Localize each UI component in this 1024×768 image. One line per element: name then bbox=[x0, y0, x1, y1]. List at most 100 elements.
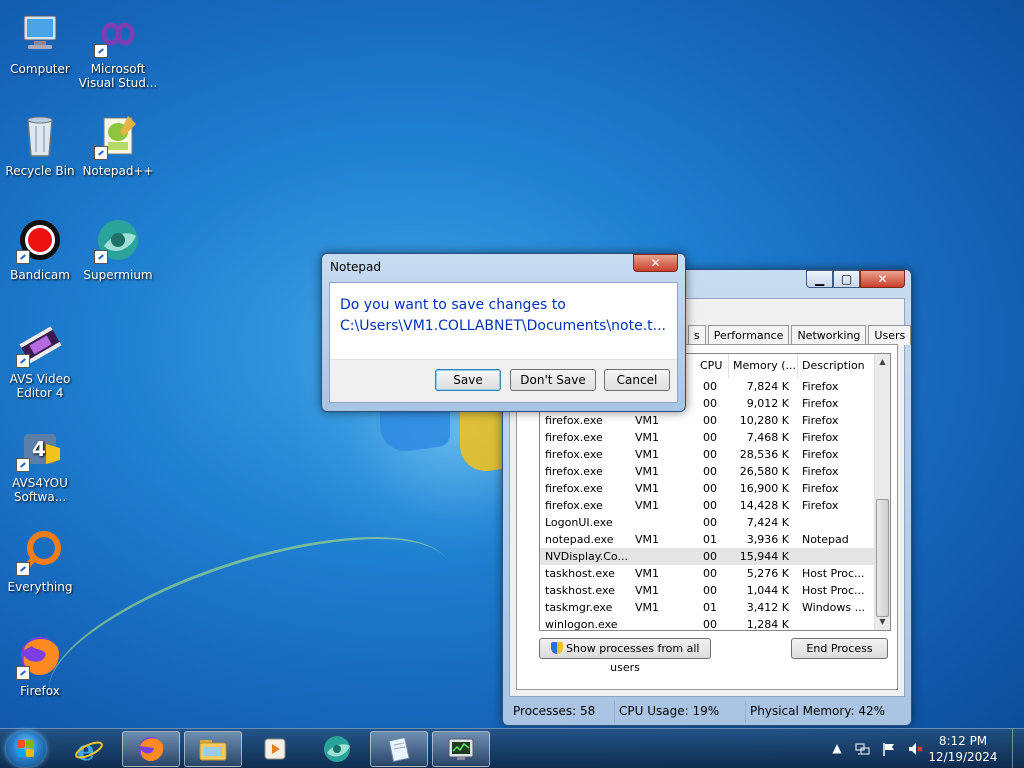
process-list-scrollbar[interactable]: ▲ ▼ bbox=[874, 354, 890, 630]
desktop-icon-visual-studio[interactable]: Microsoft Visual Stud... bbox=[78, 10, 158, 90]
system-tray: ▲ 8:12 PM 12/19/2024 bbox=[824, 729, 1024, 768]
cell-mem: 10,280 K bbox=[739, 414, 789, 427]
dialog-message-line1: Do you want to save changes to bbox=[340, 297, 566, 313]
table-row[interactable]: taskmgr.exe VM1 01 3,412 K Windows ... bbox=[540, 599, 876, 616]
table-row[interactable]: winlogon.exe 00 1,284 K bbox=[540, 616, 876, 630]
clock-date: 12/19/2024 bbox=[928, 750, 998, 764]
taskbar-firefox[interactable] bbox=[122, 731, 180, 767]
save-button[interactable]: Save bbox=[435, 369, 501, 391]
cell-cpu: 00 bbox=[703, 516, 717, 529]
close-button[interactable]: ✕ bbox=[860, 270, 905, 288]
dialog-titlebar[interactable]: Notepad ✕ bbox=[322, 254, 685, 282]
cell-name: firefox.exe bbox=[545, 482, 603, 495]
desktop-icon-firefox[interactable]: Firefox bbox=[0, 632, 80, 698]
cell-name: taskhost.exe bbox=[545, 584, 615, 597]
bandicam-icon bbox=[16, 216, 64, 264]
cell-mem: 3,936 K bbox=[746, 533, 789, 546]
cell-name: firefox.exe bbox=[545, 465, 603, 478]
table-row[interactable]: firefox.exe VM1 00 14,428 K Firefox bbox=[540, 497, 876, 514]
dialog-body: Do you want to save changes to C:\Users\… bbox=[329, 282, 678, 403]
table-row[interactable]: NVDisplay.Co... 00 15,944 K bbox=[540, 548, 876, 565]
cell-desc: Firefox bbox=[802, 482, 839, 495]
tab-performance[interactable]: Performance bbox=[707, 325, 790, 345]
cell-cpu: 00 bbox=[703, 397, 717, 410]
desktop-icon-everything[interactable]: Everything bbox=[0, 528, 80, 594]
table-row[interactable]: notepad.exe VM1 01 3,936 K Notepad bbox=[540, 531, 876, 548]
cell-name: taskmgr.exe bbox=[545, 601, 613, 614]
dialog-close-button[interactable]: ✕ bbox=[633, 254, 678, 272]
cell-mem: 26,580 K bbox=[739, 465, 789, 478]
table-row[interactable]: LogonUI.exe 00 7,424 K bbox=[540, 514, 876, 531]
action-center-flag-icon[interactable] bbox=[881, 741, 897, 757]
scrollbar-thumb[interactable] bbox=[876, 499, 889, 617]
desktop-icon-supermium[interactable]: Supermium bbox=[78, 216, 158, 282]
taskbar-explorer[interactable] bbox=[184, 731, 242, 767]
table-row[interactable]: firefox.exe VM1 00 26,580 K Firefox bbox=[540, 463, 876, 480]
table-row[interactable]: taskhost.exe VM1 00 5,276 K Host Proc... bbox=[540, 565, 876, 582]
desktop-icon-notepad-plus-plus[interactable]: Notepad++ bbox=[78, 112, 158, 178]
column-header-cpu[interactable]: CPU bbox=[696, 354, 729, 378]
desktop-icon-computer[interactable]: Computer bbox=[0, 10, 80, 76]
desktop-icon-avs-video-editor[interactable]: AVS Video Editor 4 bbox=[0, 320, 80, 400]
notepad-save-dialog: Notepad ✕ Do you want to save changes to… bbox=[321, 253, 686, 412]
dont-save-button[interactable]: Don't Save bbox=[510, 369, 596, 391]
start-button[interactable] bbox=[6, 731, 46, 767]
show-desktop-button[interactable] bbox=[1012, 729, 1024, 768]
cell-cpu: 00 bbox=[703, 499, 717, 512]
maximize-button[interactable]: ▢ bbox=[833, 270, 860, 288]
desktop-icon-label: Microsoft Visual Stud... bbox=[78, 62, 158, 90]
cell-desc: Host Proc... bbox=[802, 584, 865, 597]
taskbar-notepad[interactable] bbox=[370, 731, 428, 767]
taskbar-supermium[interactable] bbox=[308, 731, 366, 767]
column-header-memory[interactable]: Memory (... bbox=[729, 354, 798, 378]
table-row[interactable]: firefox.exe VM1 00 7,468 K Firefox bbox=[540, 429, 876, 446]
desktop-icon-label: Bandicam bbox=[10, 268, 70, 282]
cell-desc: Firefox bbox=[802, 465, 839, 478]
volume-muted-icon[interactable] bbox=[907, 741, 923, 757]
table-row[interactable]: firefox.exe VM1 00 10,280 K Firefox bbox=[540, 412, 876, 429]
cell-cpu: 01 bbox=[703, 601, 717, 614]
visual-studio-icon bbox=[94, 10, 142, 58]
network-icon[interactable] bbox=[855, 741, 871, 757]
cell-mem: 28,536 K bbox=[739, 448, 789, 461]
tab-processes[interactable]: s bbox=[688, 325, 706, 345]
desktop-icon-bandicam[interactable]: Bandicam bbox=[0, 216, 80, 282]
status-processes: Processes: 58 bbox=[509, 701, 615, 723]
cell-desc: Firefox bbox=[802, 431, 839, 444]
clock[interactable]: 8:12 PM 12/19/2024 bbox=[928, 733, 998, 765]
taskbar-internet-explorer[interactable]: e bbox=[60, 731, 118, 767]
cell-user: VM1 bbox=[635, 465, 660, 478]
taskbar-task-manager[interactable] bbox=[432, 731, 490, 767]
show-all-processes-button[interactable]: Show processes from all users bbox=[539, 638, 711, 674]
cell-desc: Firefox bbox=[802, 448, 839, 461]
task-manager-icon bbox=[448, 738, 474, 760]
cell-cpu: 00 bbox=[703, 414, 717, 427]
desktop-icon-label: Recycle Bin bbox=[5, 164, 75, 178]
cell-name: NVDisplay.Co... bbox=[545, 550, 628, 563]
cell-cpu: 00 bbox=[703, 448, 717, 461]
cell-desc: Firefox bbox=[802, 414, 839, 427]
table-row[interactable]: taskhost.exe VM1 00 1,044 K Host Proc... bbox=[540, 582, 876, 599]
show-hidden-icons-icon[interactable]: ▲ bbox=[829, 741, 845, 757]
cell-name: LogonUI.exe bbox=[545, 516, 613, 529]
cell-mem: 3,412 K bbox=[746, 601, 789, 614]
desktop-icon-avs4you[interactable]: 4 AVS4YOU Softwa... bbox=[0, 424, 80, 504]
tab-users[interactable]: Users bbox=[868, 325, 912, 345]
status-cpu-usage: CPU Usage: 19% bbox=[615, 701, 746, 723]
scroll-down-icon[interactable]: ▼ bbox=[875, 614, 890, 630]
cell-desc: Host Proc... bbox=[802, 567, 865, 580]
minimize-button[interactable]: ▁ bbox=[806, 270, 833, 288]
taskbar-media-player[interactable] bbox=[246, 731, 304, 767]
table-row[interactable]: firefox.exe VM1 00 28,536 K Firefox bbox=[540, 446, 876, 463]
cell-mem: 7,824 K bbox=[746, 380, 789, 393]
desktop-icon-recycle-bin[interactable]: Recycle Bin bbox=[0, 112, 80, 178]
scroll-up-icon[interactable]: ▲ bbox=[875, 354, 890, 370]
table-row[interactable]: firefox.exe VM1 00 16,900 K Firefox bbox=[540, 480, 876, 497]
supermium-icon bbox=[94, 216, 142, 264]
cell-mem: 14,428 K bbox=[739, 499, 789, 512]
cancel-button[interactable]: Cancel bbox=[604, 369, 670, 391]
end-process-button[interactable]: End Process bbox=[791, 638, 888, 659]
column-header-description[interactable]: Description bbox=[798, 354, 876, 378]
media-player-icon bbox=[264, 738, 286, 760]
tab-networking[interactable]: Networking bbox=[791, 325, 867, 345]
